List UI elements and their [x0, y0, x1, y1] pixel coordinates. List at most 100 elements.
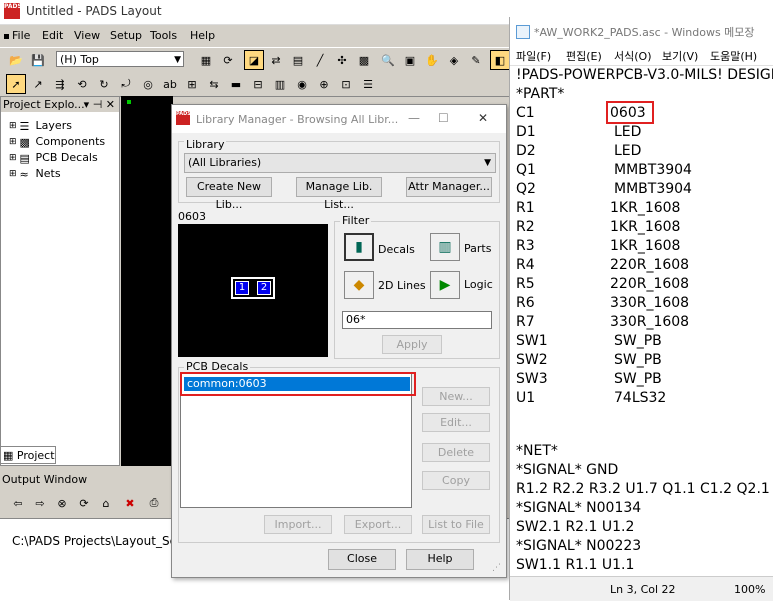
- swap-pins-icon[interactable]: ⇆: [204, 74, 224, 94]
- layer-select[interactable]: (H) Top ▼: [56, 51, 184, 67]
- open-icon[interactable]: 📂: [6, 50, 26, 70]
- part-value: 1KR_1608: [610, 238, 681, 254]
- library-select[interactable]: (All Libraries) ▼: [184, 153, 496, 173]
- minimize-icon[interactable]: —: [408, 111, 420, 125]
- new-button[interactable]: New...: [422, 387, 490, 406]
- design-toolbar-icon[interactable]: ◪: [244, 50, 264, 70]
- verify-icon[interactable]: ◈: [444, 50, 464, 70]
- expand-icon[interactable]: ⊞: [9, 151, 17, 165]
- list-to-file-button[interactable]: List to File: [422, 515, 490, 534]
- tree-item-pcb-decals[interactable]: ⊞ ▤ PCB Decals: [9, 151, 98, 165]
- tree-item-components[interactable]: ⊞ ▩ Components: [9, 135, 105, 149]
- close-button[interactable]: Close: [328, 549, 396, 570]
- dxf-icon[interactable]: ⊡: [336, 74, 356, 94]
- resize-grip-icon[interactable]: ⋰: [492, 563, 501, 573]
- bga-toolbar-icon[interactable]: ▩: [354, 50, 374, 70]
- library-icon[interactable]: ◧: [490, 50, 510, 70]
- part-value: LED: [614, 143, 642, 159]
- back-arrow-icon[interactable]: ⇦: [8, 493, 28, 513]
- part-value: MMBT3904: [614, 181, 692, 197]
- tree-item-layers[interactable]: ⊞ ☰ Layers: [9, 119, 72, 133]
- filter-parts-button[interactable]: ▥: [430, 233, 460, 261]
- menu-help[interactable]: Help: [190, 29, 215, 42]
- net-line: *SIGNAL* GND: [516, 462, 619, 478]
- create-new-lib-button[interactable]: Create New Lib...: [186, 177, 272, 211]
- apply-button[interactable]: Apply: [382, 335, 442, 354]
- redraw-icon[interactable]: ⟳: [218, 50, 238, 70]
- board-view-icon[interactable]: ▣: [400, 50, 420, 70]
- dimension-toolbar-icon[interactable]: ▤: [288, 50, 308, 70]
- status-position: Ln 3, Col 22: [610, 583, 676, 596]
- menu-view[interactable]: 보기(V): [662, 48, 698, 64]
- close-icon[interactable]: ✕: [478, 111, 488, 125]
- print-icon[interactable]: ⎙: [144, 493, 164, 513]
- menu-tools[interactable]: Tools: [150, 29, 177, 42]
- menu-help[interactable]: 도움말(H): [710, 48, 757, 64]
- part-ref: R4: [516, 257, 535, 273]
- layers-icon: ☰: [19, 120, 30, 133]
- add-text-icon[interactable]: ab: [160, 74, 180, 94]
- part-value: 1KR_1608: [610, 219, 681, 235]
- swap-gates-icon[interactable]: ▬: [226, 74, 246, 94]
- pan-icon[interactable]: ✋: [422, 50, 442, 70]
- edit-button[interactable]: Edit...: [422, 413, 490, 432]
- ecu-toolbar-icon[interactable]: ✣: [332, 50, 352, 70]
- filter-decals-button[interactable]: ▮: [344, 233, 374, 261]
- expand-icon[interactable]: ⊞: [9, 135, 17, 149]
- pen-icon[interactable]: ✎: [466, 50, 486, 70]
- notepad-text-area[interactable]: !PADS-POWERPCB-V3.0-MILS! DESIGN *PART* …: [510, 65, 773, 577]
- tree-item-nets[interactable]: ⊞ ≈ Nets: [9, 167, 61, 181]
- maximize-icon[interactable]: ☐: [438, 111, 449, 125]
- properties-icon[interactable]: ☰: [358, 74, 378, 94]
- project-tab[interactable]: ▦ Project: [0, 446, 56, 464]
- menu-edit[interactable]: 편집(E): [566, 48, 602, 64]
- spin-icon[interactable]: ⤾: [116, 74, 136, 94]
- add-via-icon[interactable]: ◎: [138, 74, 158, 94]
- stop-icon[interactable]: ⊗: [52, 493, 72, 513]
- part-ref: D1: [516, 124, 536, 140]
- highlight-box-decal: [180, 372, 416, 396]
- expand-icon[interactable]: ⊞: [9, 167, 17, 181]
- copy-button[interactable]: Copy: [422, 471, 490, 490]
- eco-icon[interactable]: ⊟: [248, 74, 268, 94]
- add-component-icon[interactable]: ⊞: [182, 74, 202, 94]
- delete-button[interactable]: Delete: [422, 443, 490, 462]
- select-arrow-icon[interactable]: ➚: [6, 74, 26, 94]
- move-by-ref-icon[interactable]: ⇶: [50, 74, 70, 94]
- delete-icon[interactable]: ✖: [120, 493, 140, 513]
- export-button[interactable]: Export...: [344, 515, 412, 534]
- manage-lib-list-button[interactable]: Manage Lib. List...: [296, 177, 382, 211]
- design-canvas[interactable]: [121, 96, 173, 466]
- save-icon[interactable]: 💾: [28, 50, 48, 70]
- menu-file[interactable]: 파일(F): [516, 48, 551, 64]
- home-icon[interactable]: ⌂: [96, 493, 116, 513]
- filter-input[interactable]: 06*: [342, 311, 492, 329]
- menu-file[interactable]: File: [4, 29, 30, 42]
- part-value: SW_PB: [614, 352, 662, 368]
- filter-logic-button[interactable]: ▶: [430, 271, 460, 299]
- move-icon[interactable]: ↗: [28, 74, 48, 94]
- zoom-icon[interactable]: 🔍: [378, 50, 398, 70]
- layer-settings-icon[interactable]: ▦: [196, 50, 216, 70]
- panel-controls-icon[interactable]: ▾ ⊣ ✕: [84, 97, 115, 112]
- forward-arrow-icon[interactable]: ⇨: [30, 493, 50, 513]
- drafting-toolbar-icon[interactable]: ╱: [310, 50, 330, 70]
- attr-manager-button[interactable]: Attr Manager...: [406, 177, 492, 197]
- union-icon[interactable]: ⊕: [314, 74, 334, 94]
- radial-move-icon[interactable]: ⟲: [72, 74, 92, 94]
- length-icon[interactable]: ▥: [270, 74, 290, 94]
- menu-setup[interactable]: Setup: [110, 29, 142, 42]
- rotate-icon[interactable]: ↻: [94, 74, 114, 94]
- filter-2dlines-button[interactable]: ◆: [344, 271, 374, 299]
- menu-view[interactable]: View: [74, 29, 100, 42]
- import-button[interactable]: Import...: [264, 515, 332, 534]
- net-line: *SIGNAL* N00223: [516, 538, 642, 554]
- help-button[interactable]: Help: [406, 549, 474, 570]
- expand-icon[interactable]: ⊞: [9, 119, 17, 133]
- design-toolbar: ➚ ↗ ⇶ ⟲ ↻ ⤾ ◎ ab ⊞ ⇆ ▬ ⊟ ▥ ◉ ⊕ ⊡ ☰: [0, 72, 510, 97]
- menu-format[interactable]: 서식(O): [614, 48, 651, 64]
- refresh-icon[interactable]: ⟳: [74, 493, 94, 513]
- route-toolbar-icon[interactable]: ⇄: [266, 50, 286, 70]
- menu-edit[interactable]: Edit: [42, 29, 63, 42]
- cluster-icon[interactable]: ◉: [292, 74, 312, 94]
